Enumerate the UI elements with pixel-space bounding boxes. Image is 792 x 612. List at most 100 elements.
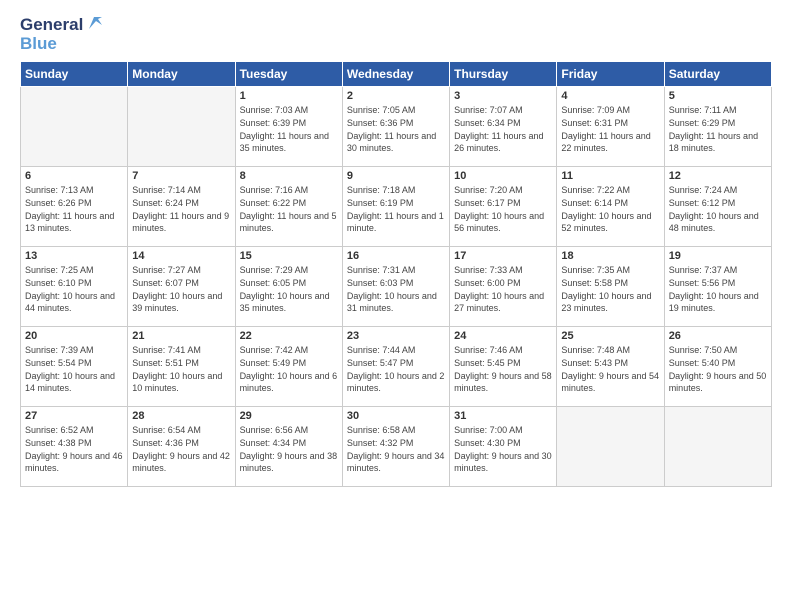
calendar-cell: 23Sunrise: 7:44 AMSunset: 5:47 PMDayligh… — [342, 327, 449, 407]
day-number: 20 — [25, 330, 123, 342]
calendar-cell: 16 Sunrise: 7:31 AMSunset: 6:03 PMDayligh… — [342, 247, 449, 327]
day-number: 6 — [25, 170, 123, 182]
header: General Blue — [20, 16, 772, 53]
day-number: 17 — [454, 250, 552, 262]
day-number: 22 — [240, 330, 338, 342]
day-detail: Sunrise: 6:54 AMSunset: 4:36 PMDaylight:… — [132, 424, 230, 474]
calendar-cell: 15 Sunrise: 7:29 AMSunset: 6:05 PMDayligh… — [235, 247, 342, 327]
day-number: 27 — [25, 410, 123, 422]
logo-general: General — [20, 16, 83, 35]
day-detail: Sunrise: 7:39 AMSunset: 5:54 PMDaylight:… — [25, 344, 123, 394]
day-detail: Sunrise: 7:11 AMSunset: 6:29 PMDaylight:… — [669, 104, 767, 154]
day-detail: Sunrise: 7:22 AMSunset: 6:14 PMDaylight:… — [561, 184, 659, 234]
calendar-cell — [21, 87, 128, 167]
weekday-header-thursday: Thursday — [450, 62, 557, 87]
weekday-header-saturday: Saturday — [664, 62, 771, 87]
day-detail: Sunrise: 7:18 AMSunset: 6:19 PMDaylight:… — [347, 184, 445, 234]
calendar-cell: 10Sunrise: 7:20 AMSunset: 6:17 PMDayligh… — [450, 167, 557, 247]
day-number: 2 — [347, 90, 445, 102]
calendar-cell: 3 Sunrise: 7:07 AMSunset: 6:34 PMDaylight… — [450, 87, 557, 167]
weekday-header-tuesday: Tuesday — [235, 62, 342, 87]
day-detail: Sunrise: 7:50 AMSunset: 5:40 PMDaylight:… — [669, 344, 767, 394]
calendar-cell: 5 Sunrise: 7:11 AMSunset: 6:29 PMDaylight… — [664, 87, 771, 167]
calendar-table: SundayMondayTuesdayWednesdayThursdayFrid… — [20, 61, 772, 487]
day-number: 25 — [561, 330, 659, 342]
day-number: 8 — [240, 170, 338, 182]
day-detail: Sunrise: 6:58 AMSunset: 4:32 PMDaylight:… — [347, 424, 445, 474]
day-detail: Sunrise: 7:16 AMSunset: 6:22 PMDaylight:… — [240, 184, 338, 234]
calendar-week-row: 6Sunrise: 7:13 AMSunset: 6:26 PMDaylight… — [21, 167, 772, 247]
calendar-cell: 19Sunrise: 7:37 AMSunset: 5:56 PMDayligh… — [664, 247, 771, 327]
calendar-cell: 13Sunrise: 7:25 AMSunset: 6:10 PMDayligh… — [21, 247, 128, 327]
day-number: 1 — [240, 90, 338, 102]
day-number: 4 — [561, 90, 659, 102]
day-detail: Sunrise: 7:31 AMSunset: 6:03 PMDaylight:… — [347, 264, 445, 314]
day-number: 7 — [132, 170, 230, 182]
calendar-cell: 20 Sunrise: 7:39 AMSunset: 5:54 PMDayligh… — [21, 327, 128, 407]
day-number: 11 — [561, 170, 659, 182]
day-detail: Sunrise: 7:37 AMSunset: 5:56 PMDaylight:… — [669, 264, 767, 314]
calendar-cell: 27Sunrise: 6:52 AMSunset: 4:38 PMDayligh… — [21, 407, 128, 487]
day-number: 21 — [132, 330, 230, 342]
day-detail: Sunrise: 7:41 AMSunset: 5:51 PMDaylight:… — [132, 344, 230, 394]
day-detail: Sunrise: 7:29 AMSunset: 6:05 PMDaylight:… — [240, 264, 338, 314]
calendar-cell — [664, 407, 771, 487]
day-number: 12 — [669, 170, 767, 182]
calendar-cell: 7 Sunrise: 7:14 AMSunset: 6:24 PMDaylight… — [128, 167, 235, 247]
day-detail: Sunrise: 7:09 AMSunset: 6:31 PMDaylight:… — [561, 104, 659, 154]
day-detail: Sunrise: 7:33 AMSunset: 6:00 PMDaylight:… — [454, 264, 552, 314]
calendar-cell: 1 Sunrise: 7:03 AMSunset: 6:39 PMDaylight… — [235, 87, 342, 167]
calendar-week-row: 27Sunrise: 6:52 AMSunset: 4:38 PMDayligh… — [21, 407, 772, 487]
logo-text: General Blue — [20, 16, 102, 53]
calendar-cell — [557, 407, 664, 487]
day-number: 15 — [240, 250, 338, 262]
calendar-cell: 31Sunrise: 7:00 AMSunset: 4:30 PMDayligh… — [450, 407, 557, 487]
day-detail: Sunrise: 7:35 AMSunset: 5:58 PMDaylight:… — [561, 264, 659, 314]
day-detail: Sunrise: 7:42 AMSunset: 5:49 PMDaylight:… — [240, 344, 338, 394]
calendar-cell: 24 Sunrise: 7:46 AMSunset: 5:45 PMDayligh… — [450, 327, 557, 407]
day-detail: Sunrise: 7:14 AMSunset: 6:24 PMDaylight:… — [132, 184, 230, 234]
day-number: 31 — [454, 410, 552, 422]
weekday-header-monday: Monday — [128, 62, 235, 87]
day-number: 10 — [454, 170, 552, 182]
calendar-week-row: 13Sunrise: 7:25 AMSunset: 6:10 PMDayligh… — [21, 247, 772, 327]
calendar-cell: 2Sunrise: 7:05 AMSunset: 6:36 PMDaylight… — [342, 87, 449, 167]
calendar-cell: 9Sunrise: 7:18 AMSunset: 6:19 PMDaylight… — [342, 167, 449, 247]
day-number: 30 — [347, 410, 445, 422]
calendar-cell — [128, 87, 235, 167]
calendar-cell: 22 Sunrise: 7:42 AMSunset: 5:49 PMDayligh… — [235, 327, 342, 407]
calendar-cell: 28Sunrise: 6:54 AMSunset: 4:36 PMDayligh… — [128, 407, 235, 487]
day-number: 16 — [347, 250, 445, 262]
calendar-cell: 6Sunrise: 7:13 AMSunset: 6:26 PMDaylight… — [21, 167, 128, 247]
calendar-cell: 17 Sunrise: 7:33 AMSunset: 6:00 PMDayligh… — [450, 247, 557, 327]
day-detail: Sunrise: 6:56 AMSunset: 4:34 PMDaylight:… — [240, 424, 338, 474]
day-number: 5 — [669, 90, 767, 102]
calendar-cell: 4 Sunrise: 7:09 AMSunset: 6:31 PMDaylight… — [557, 87, 664, 167]
calendar-cell: 8 Sunrise: 7:16 AMSunset: 6:22 PMDaylight… — [235, 167, 342, 247]
calendar-cell: 29 Sunrise: 6:56 AMSunset: 4:34 PMDayligh… — [235, 407, 342, 487]
day-detail: Sunrise: 7:24 AMSunset: 6:12 PMDaylight:… — [669, 184, 767, 234]
weekday-header-sunday: Sunday — [21, 62, 128, 87]
calendar-cell: 18Sunrise: 7:35 AMSunset: 5:58 PMDayligh… — [557, 247, 664, 327]
day-number: 24 — [454, 330, 552, 342]
day-detail: Sunrise: 7:48 AMSunset: 5:43 PMDaylight:… — [561, 344, 659, 394]
day-detail: Sunrise: 7:07 AMSunset: 6:34 PMDaylight:… — [454, 104, 552, 154]
calendar-cell: 11 Sunrise: 7:22 AMSunset: 6:14 PMDayligh… — [557, 167, 664, 247]
day-number: 14 — [132, 250, 230, 262]
page: General Blue SundayMondayTuesdayWednesda… — [0, 0, 792, 612]
weekday-header-wednesday: Wednesday — [342, 62, 449, 87]
calendar-week-row: 20 Sunrise: 7:39 AMSunset: 5:54 PMDayligh… — [21, 327, 772, 407]
day-number: 13 — [25, 250, 123, 262]
day-number: 29 — [240, 410, 338, 422]
logo-blue: Blue — [20, 35, 102, 54]
day-number: 26 — [669, 330, 767, 342]
calendar-cell: 25 Sunrise: 7:48 AMSunset: 5:43 PMDayligh… — [557, 327, 664, 407]
calendar-cell: 26 Sunrise: 7:50 AMSunset: 5:40 PMDayligh… — [664, 327, 771, 407]
day-detail: Sunrise: 7:03 AMSunset: 6:39 PMDaylight:… — [240, 104, 338, 154]
day-detail: Sunrise: 7:46 AMSunset: 5:45 PMDaylight:… — [454, 344, 552, 394]
weekday-header-friday: Friday — [557, 62, 664, 87]
day-detail: Sunrise: 7:44 AMSunset: 5:47 PMDaylight:… — [347, 344, 445, 394]
calendar-cell: 30 Sunrise: 6:58 AMSunset: 4:32 PMDayligh… — [342, 407, 449, 487]
day-number: 3 — [454, 90, 552, 102]
calendar-week-row: 1 Sunrise: 7:03 AMSunset: 6:39 PMDaylight… — [21, 87, 772, 167]
